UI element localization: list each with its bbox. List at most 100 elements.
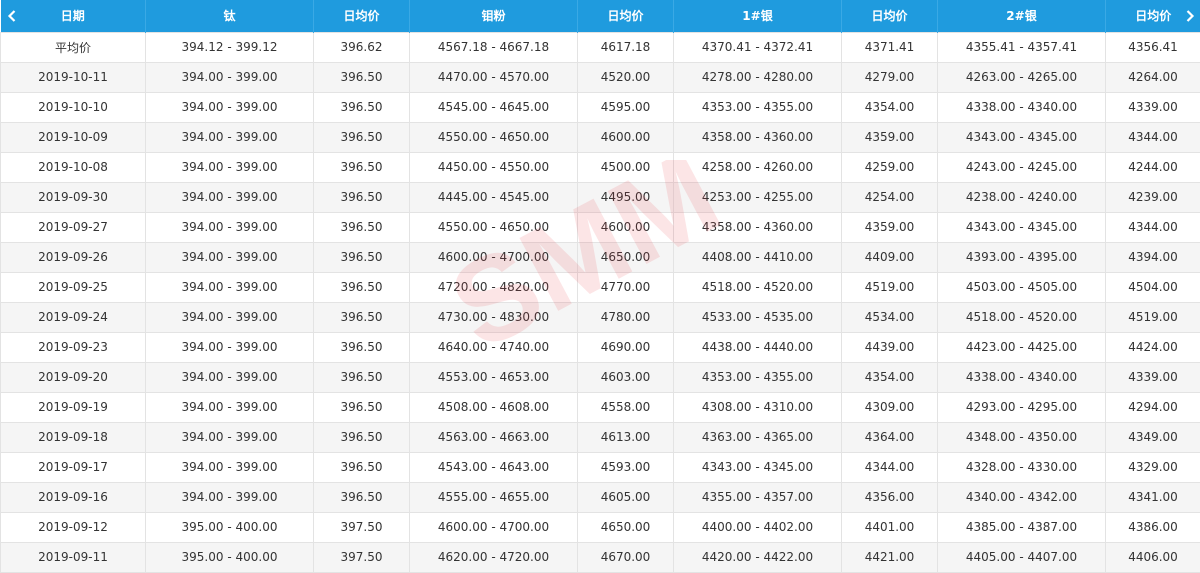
row-date-cell: 2019-09-17 — [1, 452, 146, 482]
price-cell: 4358.00 - 4360.00 — [674, 212, 842, 242]
price-cell: 4355.41 - 4357.41 — [938, 32, 1106, 62]
price-cell: 4370.41 - 4372.41 — [674, 32, 842, 62]
price-cell: 4254.00 — [842, 182, 938, 212]
price-cell: 4670.00 — [578, 542, 674, 572]
price-cell: 4600.00 - 4700.00 — [410, 512, 578, 542]
price-cell: 4308.00 - 4310.00 — [674, 392, 842, 422]
price-cell: 4258.00 - 4260.00 — [674, 152, 842, 182]
table-row: 2019-09-18394.00 - 399.00396.504563.00 -… — [1, 422, 1200, 452]
price-cell: 4371.41 — [842, 32, 938, 62]
price-cell: 4344.00 — [1106, 122, 1200, 152]
price-cell: 394.00 - 399.00 — [146, 302, 314, 332]
price-cell: 4558.00 — [578, 392, 674, 422]
table-row: 2019-09-23394.00 - 399.00396.504640.00 -… — [1, 332, 1200, 362]
price-cell: 4595.00 — [578, 92, 674, 122]
price-cell: 4394.00 — [1106, 242, 1200, 272]
price-cell: 4338.00 - 4340.00 — [938, 362, 1106, 392]
price-cell: 4770.00 — [578, 272, 674, 302]
column-header-silver-1-avg[interactable]: 日均价 — [842, 0, 938, 32]
table-row: 2019-09-20394.00 - 399.00396.504553.00 -… — [1, 362, 1200, 392]
column-header-label: 日均价 — [343, 9, 379, 23]
row-date-cell: 2019-09-18 — [1, 422, 146, 452]
price-cell: 4640.00 - 4740.00 — [410, 332, 578, 362]
price-cell: 4359.00 — [842, 122, 938, 152]
price-cell: 4780.00 — [578, 302, 674, 332]
price-cell: 4603.00 — [578, 362, 674, 392]
column-header-molybdenum-powder[interactable]: 钼粉 — [410, 0, 578, 32]
price-cell: 4356.41 — [1106, 32, 1200, 62]
column-header-label: 钛 — [223, 9, 235, 23]
price-cell: 4401.00 — [842, 512, 938, 542]
row-date-cell: 2019-09-11 — [1, 542, 146, 572]
price-cell: 4555.00 - 4655.00 — [410, 482, 578, 512]
price-cell: 395.00 - 400.00 — [146, 542, 314, 572]
row-date-cell: 2019-09-26 — [1, 242, 146, 272]
price-cell: 4438.00 - 4440.00 — [674, 332, 842, 362]
price-cell: 4503.00 - 4505.00 — [938, 272, 1106, 302]
price-cell: 4518.00 - 4520.00 — [674, 272, 842, 302]
price-cell: 394.00 - 399.00 — [146, 362, 314, 392]
price-cell: 4600.00 — [578, 122, 674, 152]
price-cell: 4520.00 — [578, 62, 674, 92]
price-cell: 4600.00 - 4700.00 — [410, 242, 578, 272]
price-cell: 4385.00 - 4387.00 — [938, 512, 1106, 542]
price-cell: 394.00 - 399.00 — [146, 482, 314, 512]
price-cell: 4650.00 — [578, 512, 674, 542]
price-cell: 4690.00 — [578, 332, 674, 362]
table-row: 2019-09-26394.00 - 399.00396.504600.00 -… — [1, 242, 1200, 272]
price-cell: 4354.00 — [842, 92, 938, 122]
row-date-cell: 2019-09-25 — [1, 272, 146, 302]
table-row: 2019-10-11394.00 - 399.00396.504470.00 -… — [1, 62, 1200, 92]
price-cell: 4593.00 — [578, 452, 674, 482]
price-cell: 396.50 — [314, 62, 410, 92]
column-header-date[interactable]: 日期 — [1, 0, 146, 32]
price-cell: 4279.00 — [842, 62, 938, 92]
row-date-cell: 2019-10-09 — [1, 122, 146, 152]
chevron-right-icon[interactable] — [1179, 0, 1200, 32]
price-cell: 4550.00 - 4650.00 — [410, 122, 578, 152]
column-header-titanium[interactable]: 钛 — [146, 0, 314, 32]
price-cell: 4353.00 - 4355.00 — [674, 362, 842, 392]
price-cell: 4338.00 - 4340.00 — [938, 92, 1106, 122]
price-cell: 4500.00 — [578, 152, 674, 182]
price-cell: 394.00 - 399.00 — [146, 272, 314, 302]
price-cell: 4343.00 - 4345.00 — [938, 212, 1106, 242]
column-header-silver-2[interactable]: 2#银 — [938, 0, 1106, 32]
price-cell: 4445.00 - 4545.00 — [410, 182, 578, 212]
price-cell: 4450.00 - 4550.00 — [410, 152, 578, 182]
price-cell: 4406.00 — [1106, 542, 1200, 572]
price-cell: 4344.00 — [842, 452, 938, 482]
price-cell: 394.00 - 399.00 — [146, 182, 314, 212]
price-cell: 394.00 - 399.00 — [146, 212, 314, 242]
price-cell: 4519.00 — [1106, 302, 1200, 332]
column-header-silver-1[interactable]: 1#银 — [674, 0, 842, 32]
table-row: 2019-10-10394.00 - 399.00396.504545.00 -… — [1, 92, 1200, 122]
row-date-cell: 2019-09-12 — [1, 512, 146, 542]
price-table: 日期 钛 日均价 钼粉 日均价 1#银 日均价 2#银 日均价 平均价394.1… — [0, 0, 1200, 573]
price-cell: 4550.00 - 4650.00 — [410, 212, 578, 242]
price-cell: 4239.00 — [1106, 182, 1200, 212]
chevron-left-icon[interactable] — [1, 0, 23, 32]
column-header-label: 日均价 — [1135, 9, 1171, 23]
row-date-cell: 2019-09-24 — [1, 302, 146, 332]
column-header-silver-2-avg[interactable]: 日均价 — [1106, 0, 1200, 32]
column-header-label: 钼粉 — [481, 9, 505, 23]
price-cell: 394.00 - 399.00 — [146, 242, 314, 272]
price-cell: 396.50 — [314, 332, 410, 362]
price-cell: 4244.00 — [1106, 152, 1200, 182]
price-cell: 394.00 - 399.00 — [146, 452, 314, 482]
table-header-row: 日期 钛 日均价 钼粉 日均价 1#银 日均价 2#银 日均价 — [1, 0, 1200, 32]
price-cell: 4423.00 - 4425.00 — [938, 332, 1106, 362]
row-date-cell: 2019-09-20 — [1, 362, 146, 392]
price-cell: 396.50 — [314, 182, 410, 212]
price-cell: 396.50 — [314, 152, 410, 182]
price-cell: 396.50 — [314, 272, 410, 302]
column-header-titanium-avg[interactable]: 日均价 — [314, 0, 410, 32]
column-header-molybdenum-avg[interactable]: 日均价 — [578, 0, 674, 32]
average-price-row: 平均价394.12 - 399.12396.624567.18 - 4667.1… — [1, 32, 1200, 62]
table-row: 2019-09-16394.00 - 399.00396.504555.00 -… — [1, 482, 1200, 512]
price-cell: 4470.00 - 4570.00 — [410, 62, 578, 92]
price-cell: 4364.00 — [842, 422, 938, 452]
price-cell: 4386.00 — [1106, 512, 1200, 542]
price-cell: 396.50 — [314, 212, 410, 242]
